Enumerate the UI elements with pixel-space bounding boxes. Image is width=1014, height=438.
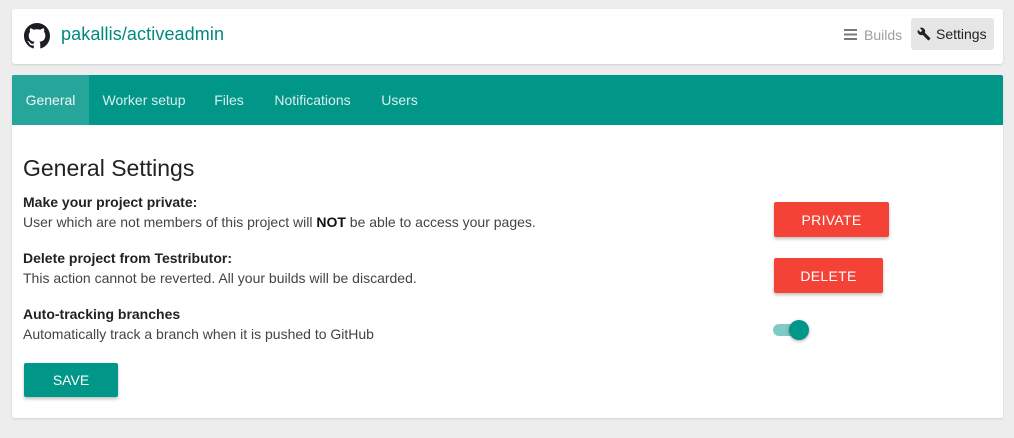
list-icon	[844, 29, 857, 40]
private-setting-title: Make your project private:	[23, 194, 198, 210]
tab-worker-setup[interactable]: Worker setup	[89, 75, 199, 125]
toggle-knob	[789, 320, 809, 340]
settings-card: General Worker setup Files Notifications…	[12, 75, 1003, 418]
delete-setting-description: This action cannot be reverted. All your…	[23, 270, 417, 286]
github-icon[interactable]	[24, 23, 50, 49]
top-header: pakallis/activeadmin Builds Settings	[12, 9, 1003, 64]
settings-tabs: General Worker setup Files Notifications…	[12, 75, 1003, 125]
tab-general[interactable]: General	[12, 75, 89, 125]
private-button[interactable]: PRIVATE	[774, 202, 889, 237]
auto-tracking-title: Auto-tracking branches	[23, 306, 181, 322]
page-title: General Settings	[23, 155, 195, 181]
settings-nav-link[interactable]: Settings	[911, 18, 994, 50]
tab-notifications[interactable]: Notifications	[259, 75, 366, 125]
auto-tracking-description: Automatically track a branch when it is …	[23, 326, 374, 342]
tab-files[interactable]: Files	[199, 75, 259, 125]
settings-label: Settings	[936, 26, 987, 42]
wrench-icon	[917, 27, 931, 41]
private-setting-description: User which are not members of this proje…	[23, 214, 536, 230]
tab-users[interactable]: Users	[366, 75, 433, 125]
delete-setting-title: Delete project from Testributor:	[23, 250, 232, 266]
builds-nav-link[interactable]: Builds	[842, 19, 904, 50]
save-button[interactable]: SAVE	[24, 363, 118, 397]
builds-label: Builds	[864, 26, 903, 43]
project-name-link[interactable]: pakallis/activeadmin	[61, 24, 224, 45]
delete-button[interactable]: DELETE	[774, 258, 883, 293]
auto-tracking-toggle[interactable]	[773, 319, 811, 341]
